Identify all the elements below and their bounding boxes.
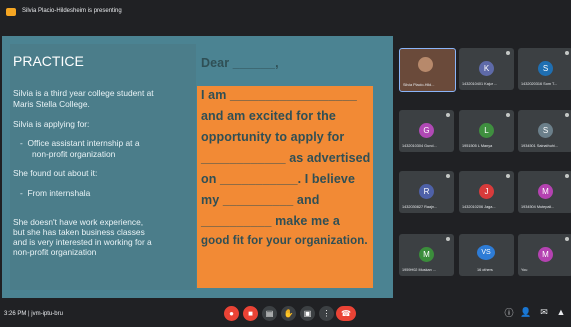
presenting-icon <box>6 8 16 16</box>
mic-muted-icon <box>506 113 510 117</box>
participant-tile[interactable]: R 1432030827 Raajn... <box>399 171 454 213</box>
info-icon: ⓘ <box>504 307 514 318</box>
hand-icon: ✋ <box>283 309 294 318</box>
mic-off-button[interactable]: ● <box>224 306 239 321</box>
slide-bullet: - From internshala <box>20 188 91 198</box>
participant-tile[interactable]: M 1959H02 Muskan ... <box>399 234 454 276</box>
captions-icon: ▤ <box>265 309 274 318</box>
participant-avatar: L <box>479 123 494 138</box>
slide-bullet: - Office assistant internship at a <box>20 138 140 148</box>
participant-tile[interactable]: J 1432010206 Jaga... <box>459 171 514 213</box>
camera-off-button[interactable]: ■ <box>243 306 258 321</box>
participant-name: 1959H02 Muskan ... <box>402 268 436 272</box>
slide-paragraph: non-profit organization <box>13 247 97 257</box>
presenter-status: Silvia Placio-Hildesheim is presenting <box>22 8 122 14</box>
participant-tile[interactable]: M You <box>518 234 571 276</box>
slide-paragraph: She found out about it: <box>13 168 98 178</box>
present-button[interactable]: ▣ <box>300 306 315 321</box>
slide-title: PRACTICE <box>13 53 84 69</box>
info-button[interactable]: ⓘ <box>503 306 515 318</box>
participant-tile[interactable]: M 1934504 Mutepali... <box>518 171 571 213</box>
participant-name: You <box>521 268 528 272</box>
letter-line: my __________ and <box>201 193 320 207</box>
mic-muted-icon <box>565 237 569 241</box>
slide-paragraph: and is very interested in working for a <box>13 237 152 247</box>
participant-name: 1951505 L Manya <box>462 144 493 148</box>
participant-name: 1432010401 Kajur ... <box>462 82 498 86</box>
letter-line: ____________ as advertised <box>201 151 371 165</box>
captions-button[interactable]: ▤ <box>262 306 277 321</box>
participant-avatar: S <box>538 123 553 138</box>
letter-line: opportunity to apply for <box>201 130 345 144</box>
others-count: 16 others <box>477 268 493 272</box>
top-bar: Silvia Placio-Hildesheim is presenting <box>0 0 571 26</box>
participant-tile[interactable]: Silvia Placio-Hild... <box>399 48 456 92</box>
participant-avatar: M <box>419 247 434 262</box>
participant-tile[interactable]: K 1432010401 Kajur ... <box>459 48 514 90</box>
more-options-button[interactable]: ⋮ <box>319 306 334 321</box>
participant-video <box>418 57 433 72</box>
participant-tile[interactable]: S 1934501 Sainathuhi... <box>518 110 571 152</box>
mic-muted-icon <box>446 237 450 241</box>
participant-tile[interactable]: G 1432010304 Gund... <box>399 110 454 152</box>
time-meeting-code: 3:26 PM | jvm-iptu-bru <box>4 311 63 317</box>
participant-name: 1432010304 Gund... <box>402 144 437 148</box>
camera-off-icon: ■ <box>248 309 253 318</box>
participant-avatar: M <box>538 184 553 199</box>
participant-avatar: R <box>419 184 434 199</box>
mic-muted-icon <box>506 51 510 55</box>
letter-line: I am __________________ <box>201 88 357 102</box>
people-button[interactable]: 👤 <box>520 306 532 318</box>
mic-muted-icon <box>565 51 569 55</box>
participant-name: 1432010206 Jaga... <box>462 205 496 209</box>
leave-call-button[interactable]: ☎ <box>336 306 356 321</box>
slide-paragraph: Silvia is a third year college student a… <box>13 88 154 98</box>
participant-name: 1432030827 Raajn... <box>402 205 438 209</box>
participant-avatar: M <box>538 247 553 262</box>
participant-avatar: K <box>479 61 494 76</box>
mic-muted-icon <box>565 174 569 178</box>
slide-paragraph: She doesn't have work experience, <box>13 217 144 227</box>
participant-name: 1934504 Mutepali... <box>521 205 555 209</box>
mic-muted-icon <box>446 113 450 117</box>
slide-paragraph: Maris Stella College. <box>13 99 90 109</box>
activities-icon: ▲ <box>556 307 566 317</box>
mic-off-icon: ● <box>229 309 234 318</box>
mic-muted-icon <box>446 174 450 178</box>
others-avatar-group: VS <box>477 245 495 260</box>
others-tile[interactable]: VS 16 others <box>459 234 514 276</box>
letter-line: and am excited for the <box>201 109 336 123</box>
slide-bullet: non-profit organization <box>32 149 116 159</box>
slide-paragraph: Silvia is applying for: <box>13 119 90 129</box>
participant-avatar: S <box>538 61 553 76</box>
chat-icon: ✉ <box>540 306 548 317</box>
letter-line: good fit for your organization. <box>201 235 368 247</box>
people-icon: 👤 <box>520 306 532 317</box>
participant-name: 1432020316 Som T... <box>521 82 558 86</box>
participant-avatar: J <box>479 184 494 199</box>
more-icon: ⋮ <box>322 309 331 318</box>
phone-hangup-icon: ☎ <box>341 309 351 318</box>
letter-line: on ___________. I believe <box>201 172 355 186</box>
participant-tile[interactable]: S 1432020316 Som T... <box>518 48 571 90</box>
activities-button[interactable]: ▲ <box>555 306 567 318</box>
mic-muted-icon <box>506 174 510 178</box>
chat-button[interactable]: ✉ <box>538 306 550 318</box>
letter-line: __________ make me a <box>201 214 340 228</box>
mic-muted-icon <box>565 113 569 117</box>
participant-name: 1934501 Sainathuhi... <box>521 144 558 148</box>
raise-hand-button[interactable]: ✋ <box>281 306 296 321</box>
letter-line: Dear ______, <box>201 56 279 70</box>
participant-name: Silvia Placio-Hild... <box>403 83 435 87</box>
present-icon: ▣ <box>303 309 312 318</box>
participant-avatar: G <box>419 123 434 138</box>
participant-tile[interactable]: L 1951505 L Manya <box>459 110 514 152</box>
presentation-stage[interactable]: PRACTICE Silvia is a third year college … <box>2 36 393 298</box>
slide-paragraph: but she has taken business classes <box>13 227 145 237</box>
